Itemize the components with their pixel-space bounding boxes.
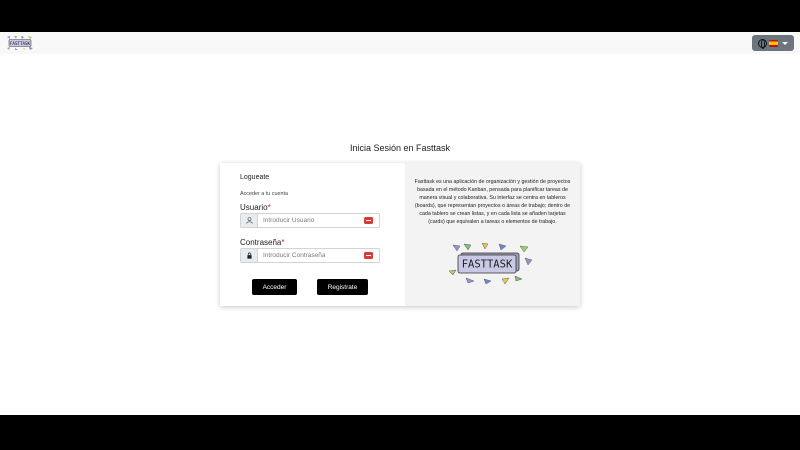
logo-small-text: FASTTASK xyxy=(10,41,31,46)
lock-icon xyxy=(241,249,258,262)
password-manager-icon[interactable] xyxy=(364,252,373,259)
password-input-group xyxy=(240,248,380,263)
password-manager-icon[interactable] xyxy=(364,217,373,224)
login-card: Logueate Acceder a tu cuenta Usuario* Co… xyxy=(220,163,580,306)
navbar: FASTTASK xyxy=(0,32,800,54)
required-mark: * xyxy=(281,238,285,247)
username-label: Usuario* xyxy=(240,203,271,212)
access-account-text: Acceder a tu cuenta xyxy=(240,191,288,197)
user-icon xyxy=(241,214,258,227)
fasttask-logo: FASTTASK xyxy=(448,243,533,285)
spain-flag-icon xyxy=(769,39,778,47)
fasttask-logo-small[interactable]: FASTTASK xyxy=(6,35,34,51)
login-subtitle: Logueate xyxy=(240,174,270,181)
logo-text: FASTTASK xyxy=(462,259,513,271)
required-mark: * xyxy=(267,203,271,212)
username-input[interactable] xyxy=(258,214,379,227)
password-label: Contraseña* xyxy=(240,238,284,247)
register-button[interactable]: Registrate xyxy=(317,279,368,295)
login-button[interactable]: Acceder xyxy=(252,279,297,295)
globe-icon xyxy=(758,38,767,49)
page-title: Inicia Sesión en Fasttask xyxy=(349,143,451,153)
password-input[interactable] xyxy=(258,249,379,262)
password-label-text: Contraseña xyxy=(240,238,282,247)
chevron-down-icon xyxy=(782,41,788,45)
username-input-group xyxy=(240,213,380,228)
username-label-text: Usuario xyxy=(240,203,268,212)
app-description: Fasttask es una aplicación de organizaci… xyxy=(414,179,571,225)
login-form: Logueate Acceder a tu cuenta Usuario* Co… xyxy=(220,163,405,306)
info-panel: Fasttask es una aplicación de organizaci… xyxy=(405,163,580,306)
page: FASTTASK Inicia Sesión en Fasttask Logue… xyxy=(0,32,800,415)
language-dropdown-button[interactable] xyxy=(752,35,794,51)
